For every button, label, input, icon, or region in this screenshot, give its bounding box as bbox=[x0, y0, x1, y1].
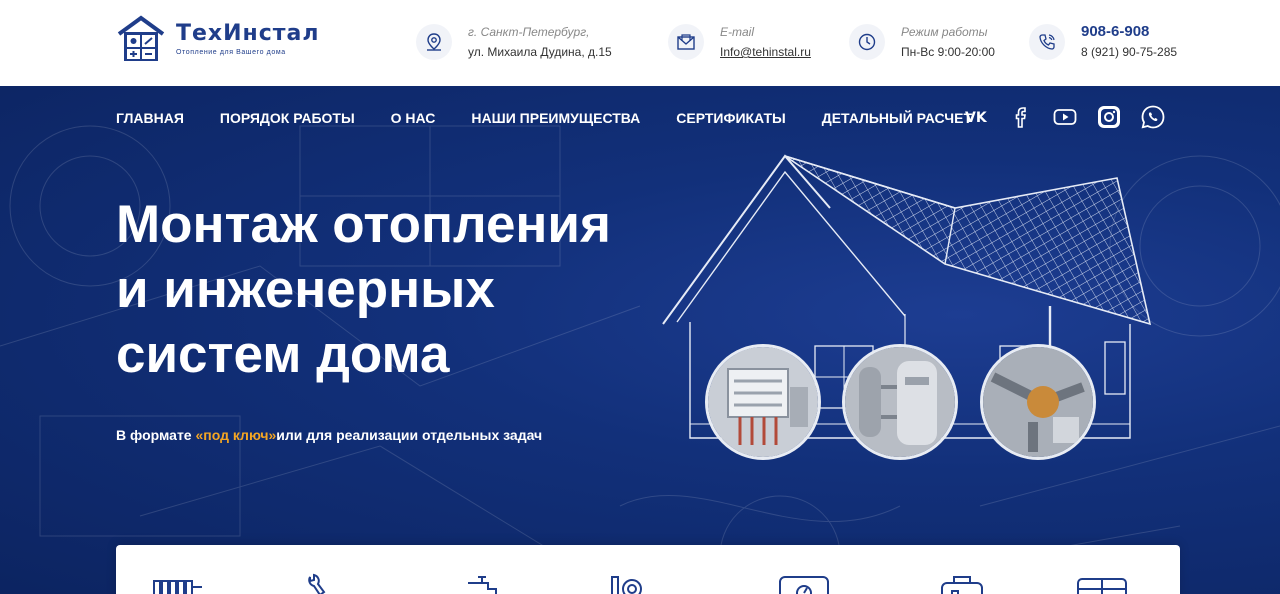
clock-icon bbox=[849, 24, 885, 60]
hours-caption: Режим работы bbox=[901, 25, 988, 39]
hero-subtitle: В формате «под ключ»или для реализации о… bbox=[116, 427, 542, 443]
pump-icon bbox=[941, 576, 983, 594]
meter-icon bbox=[779, 576, 829, 594]
brand-tagline: Отопление для Вашего дома bbox=[176, 49, 286, 56]
hero-title-line-3: систем дома bbox=[116, 325, 450, 384]
address-value: ул. Михаила Дудина, д.15 bbox=[468, 45, 612, 59]
photo-heating-manifold bbox=[705, 344, 821, 460]
nav-item-about[interactable]: О НАС bbox=[391, 108, 436, 128]
photo-pipe-fitting bbox=[980, 344, 1096, 460]
hero-subtitle-before: В формате bbox=[116, 427, 196, 443]
logo[interactable]: ТехИнстал Отопление для Вашего дома bbox=[116, 14, 319, 64]
youtube-icon[interactable] bbox=[1052, 104, 1078, 130]
phone-icon bbox=[1029, 24, 1065, 60]
email-caption: E-mail bbox=[720, 25, 755, 39]
phone-main[interactable]: 908-6-908 bbox=[1081, 22, 1177, 42]
faucet-icon bbox=[468, 576, 497, 594]
address-block: г. Санкт-Петербург, ул. Михаила Дудина, … bbox=[416, 22, 612, 62]
phone-secondary[interactable]: 8 (921) 90-75-285 bbox=[1081, 42, 1177, 62]
address-caption: г. Санкт-Петербург, bbox=[468, 25, 590, 39]
hero-title-line-1: Монтаж отопления bbox=[116, 195, 611, 254]
features-card bbox=[116, 545, 1180, 594]
hero-title-line-2: и инженерных bbox=[116, 260, 495, 319]
whatsapp-icon[interactable] bbox=[1140, 104, 1166, 130]
nav-item-advantages[interactable]: НАШИ ПРЕИМУЩЕСТВА bbox=[471, 108, 640, 128]
hours-block: Режим работы Пн-Вс 9:00-20:00 bbox=[849, 22, 995, 62]
hero-section: ГЛАВНАЯ ПОРЯДОК РАБОТЫ О НАС НАШИ ПРЕИМУ… bbox=[0, 86, 1280, 594]
radiator-icon bbox=[153, 580, 202, 594]
instagram-icon[interactable] bbox=[1096, 104, 1122, 130]
brand-name: ТехИнстал bbox=[176, 21, 320, 46]
main-nav: ГЛАВНАЯ ПОРЯДОК РАБОТЫ О НАС НАШИ ПРЕИМУ… bbox=[116, 108, 1008, 128]
wrench-icon bbox=[308, 573, 326, 594]
envelope-icon bbox=[668, 24, 704, 60]
email-block: E-mail Info@tehinstal.ru bbox=[668, 22, 811, 62]
photo-boiler bbox=[842, 344, 958, 460]
header: ТехИнстал Отопление для Вашего дома г. С… bbox=[0, 0, 1280, 86]
svg-text:VK: VK bbox=[965, 110, 988, 126]
nav-item-certificates[interactable]: СЕРТИФИКАТЫ bbox=[676, 108, 785, 128]
hero-title: Монтаж отопления и инженерных систем дом… bbox=[116, 192, 611, 387]
nav-item-home[interactable]: ГЛАВНАЯ bbox=[116, 108, 184, 128]
facebook-icon[interactable] bbox=[1008, 104, 1034, 130]
hero-subtitle-accent: «под ключ» bbox=[195, 427, 277, 443]
hours-value: Пн-Вс 9:00-20:00 bbox=[901, 45, 995, 59]
vk-icon[interactable]: VK bbox=[964, 104, 990, 130]
email-link[interactable]: Info@tehinstal.ru bbox=[720, 42, 811, 62]
tank-icon bbox=[1077, 578, 1127, 594]
phone-block: 908-6-908 8 (921) 90-75-285 bbox=[1029, 22, 1177, 62]
house-logo-icon bbox=[117, 15, 165, 61]
hero-subtitle-after: или для реализации отдельных задач bbox=[276, 427, 543, 443]
social-links: VK bbox=[946, 104, 1166, 130]
map-pin-icon bbox=[416, 24, 452, 60]
nav-item-process[interactable]: ПОРЯДОК РАБОТЫ bbox=[220, 108, 355, 128]
boiler-icon bbox=[611, 576, 642, 594]
